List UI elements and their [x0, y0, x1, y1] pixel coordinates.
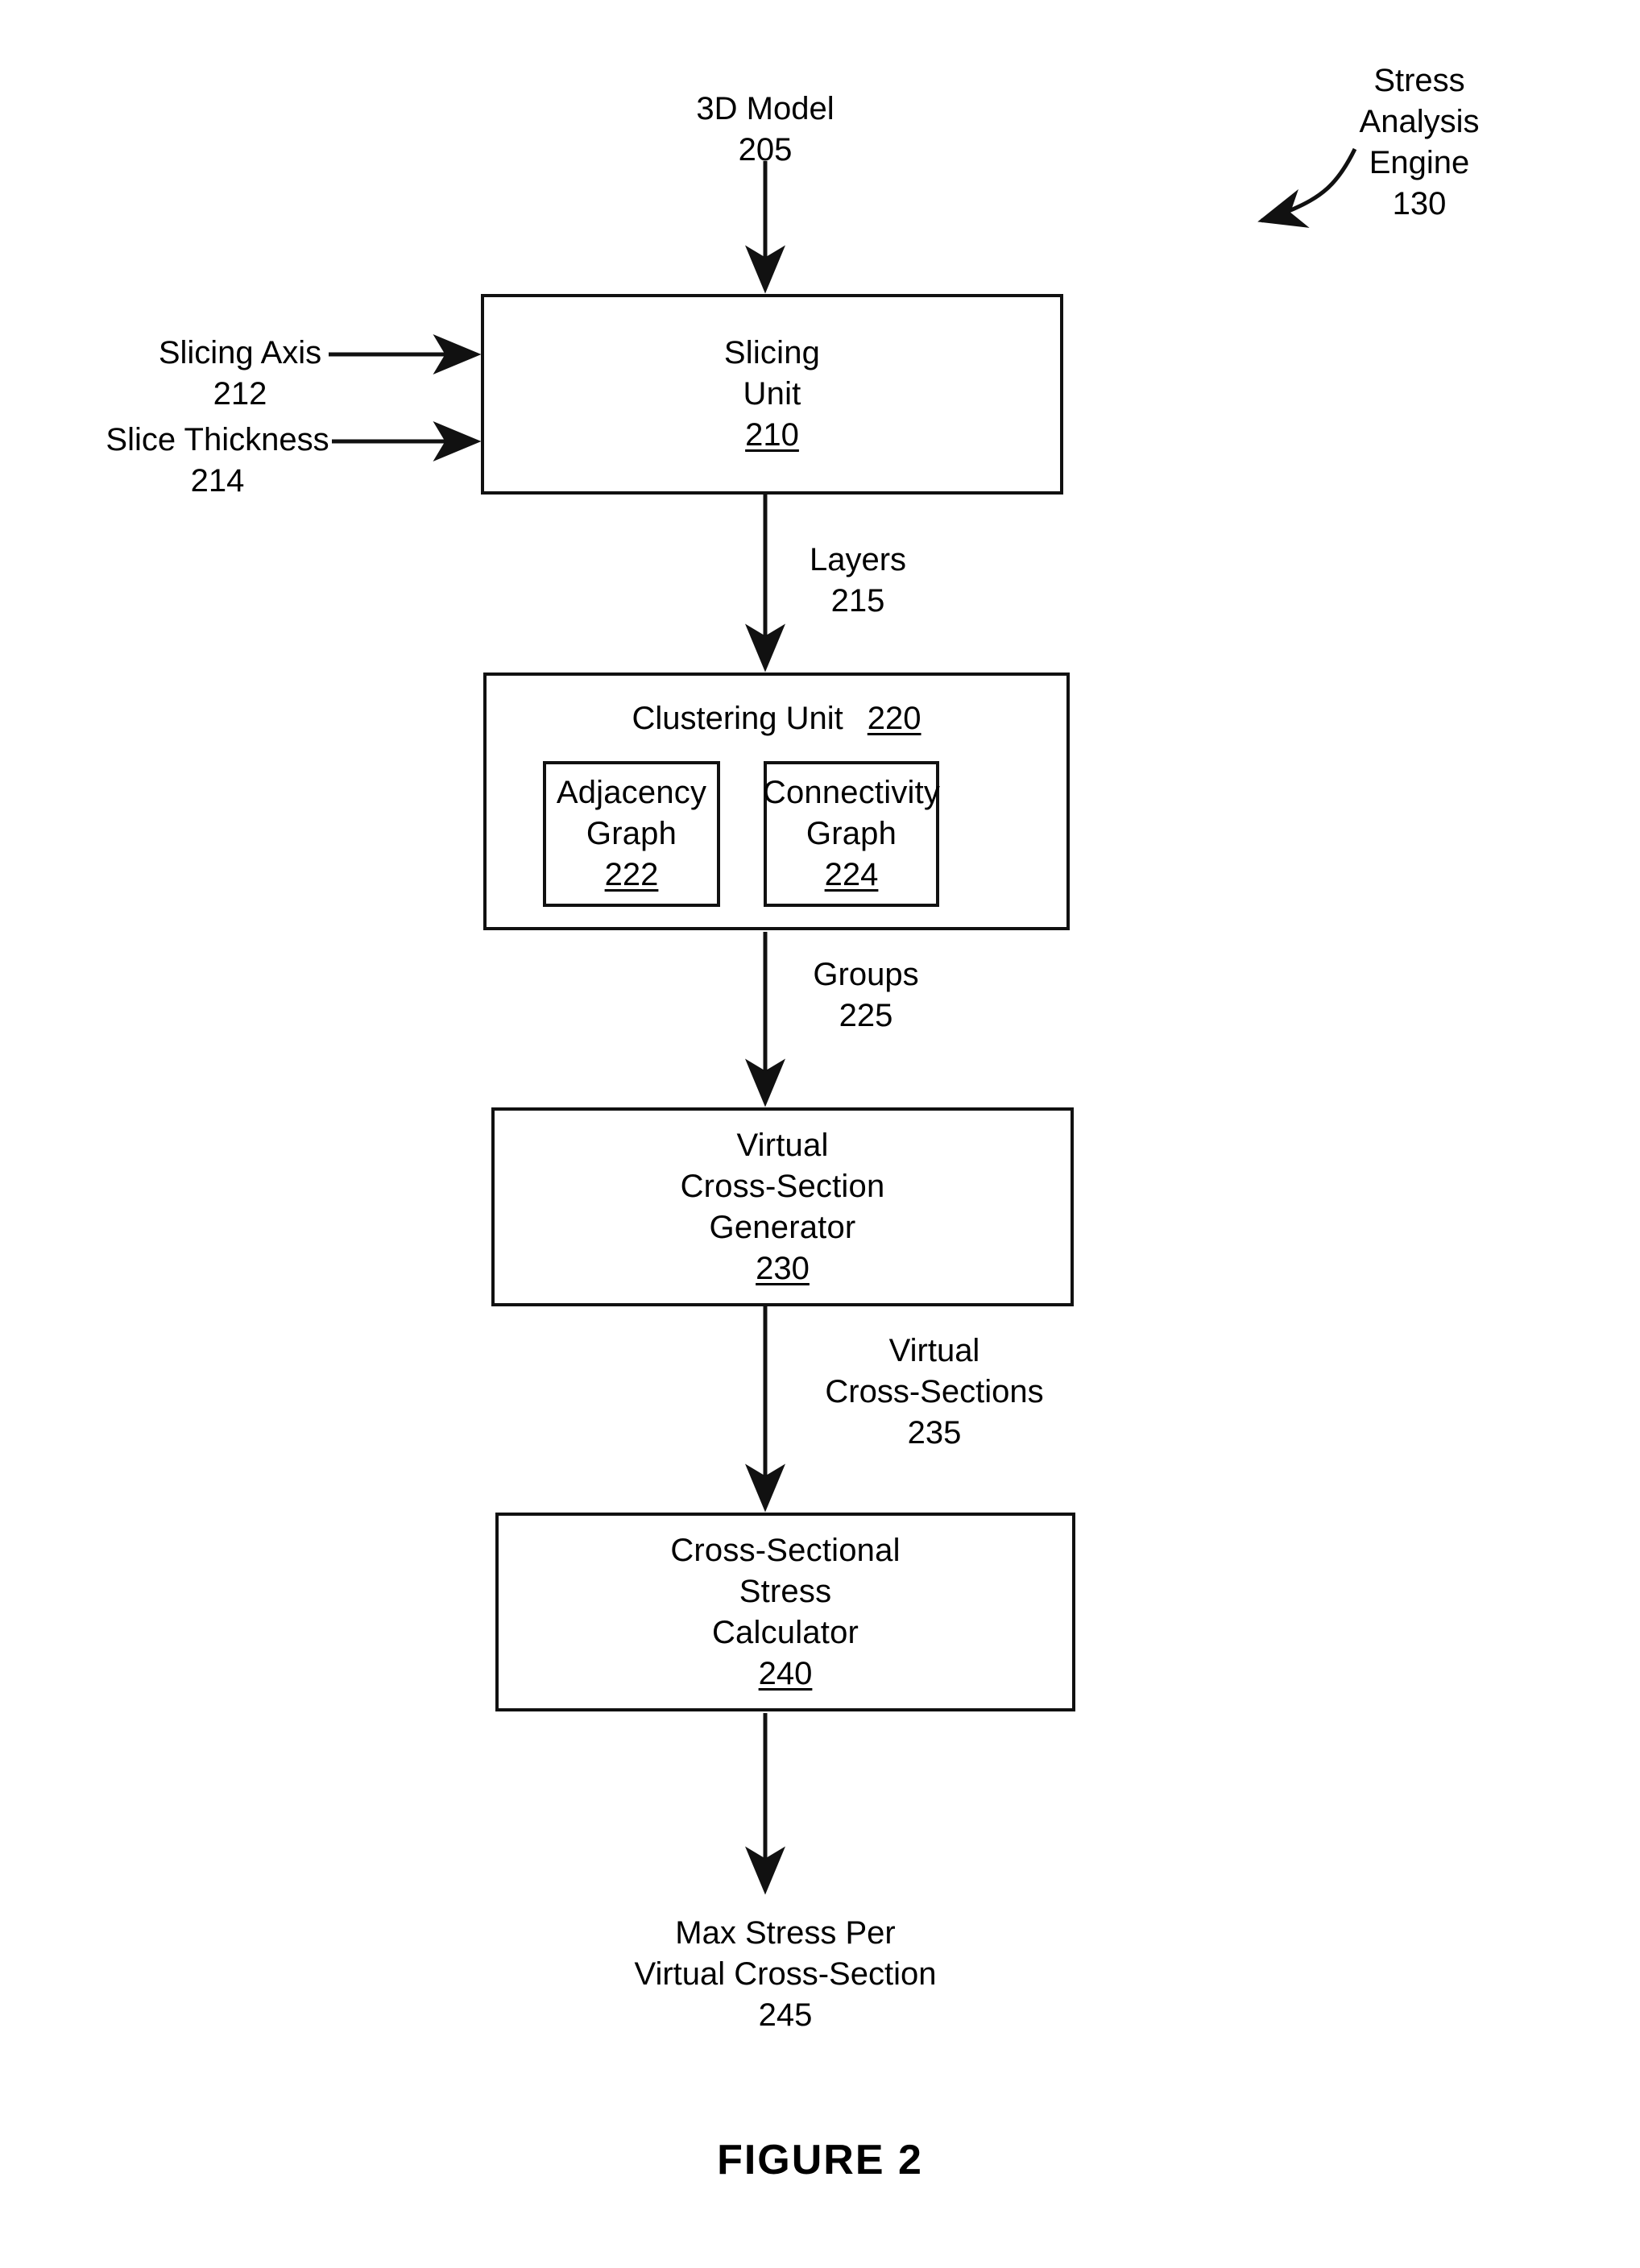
- groups-ref-number: 225: [839, 998, 893, 1033]
- calculator-ref-number: 240: [758, 1655, 813, 1691]
- stress-analysis-engine-annotation: Stress Analysis Engine 130: [1360, 60, 1480, 225]
- block-clustering-unit[interactable]: Clustering Unit 220 Adjacency Graph 222 …: [483, 673, 1070, 930]
- engine-label-line2: Analysis: [1359, 104, 1480, 139]
- model-label: 3D Model: [696, 91, 834, 126]
- block-virtual-cross-section-generator[interactable]: Virtual Cross-Section Generator 230: [491, 1107, 1074, 1306]
- block-connectivity-graph[interactable]: Connectivity Graph 224: [762, 761, 941, 907]
- vcs-label-line2: Cross-Sections: [825, 1374, 1044, 1409]
- calculator-line3: Calculator: [711, 1614, 859, 1650]
- clustering-unit-title: Clustering Unit: [632, 701, 843, 736]
- adjacency-graph-line2: Graph: [586, 816, 677, 851]
- generator-ref-number: 230: [756, 1250, 810, 1286]
- slicing-unit-ref-number: 210: [745, 417, 799, 453]
- clustering-unit-heading: Clustering Unit 220: [487, 698, 1066, 739]
- adjacency-graph-line1: Adjacency: [556, 775, 707, 810]
- figure-page: Stress Analysis Engine 130 3D Model 205 …: [0, 0, 1640, 2268]
- block-adjacency-graph[interactable]: Adjacency Graph 222: [543, 761, 720, 907]
- output-max-stress: Max Stress Per Virtual Cross-Section 245: [635, 1913, 937, 2036]
- slicing-axis-label: Slicing Axis: [158, 335, 322, 370]
- output-line2: Virtual Cross-Section: [634, 1956, 937, 1992]
- input-slicing-axis: Slicing Axis 212: [159, 333, 321, 415]
- generator-line1: Virtual: [736, 1127, 829, 1163]
- vcs-ref-number: 235: [907, 1415, 962, 1451]
- generator-line3: Generator: [709, 1209, 856, 1245]
- figure-caption: FIGURE 2: [717, 2137, 923, 2183]
- output-line1: Max Stress Per: [675, 1915, 896, 1951]
- connectivity-graph-line2: Graph: [806, 816, 897, 851]
- layers-label: Layers: [809, 542, 907, 577]
- vcs-label-line1: Virtual: [888, 1333, 980, 1368]
- flow-label-layers: Layers 215: [810, 540, 906, 622]
- input-3d-model: 3D Model 205: [696, 89, 834, 171]
- flow-label-groups: Groups 225: [813, 954, 918, 1037]
- slicing-unit-line1: Slicing: [723, 335, 821, 370]
- block-slicing-unit[interactable]: Slicing Unit 210: [481, 294, 1063, 495]
- engine-label-line1: Stress: [1373, 63, 1465, 98]
- slice-thickness-ref-number: 214: [190, 463, 245, 499]
- adjacency-graph-ref-number: 222: [604, 857, 659, 892]
- input-slice-thickness: Slice Thickness 214: [106, 420, 329, 502]
- curved-arrow-icon: [1257, 147, 1357, 228]
- clustering-unit-ref-number: 220: [867, 701, 921, 736]
- generator-line2: Cross-Section: [680, 1168, 885, 1204]
- slicing-unit-line2: Unit: [743, 376, 801, 412]
- connectivity-graph-line1: Connectivity: [762, 775, 941, 810]
- block-cross-sectional-stress-calculator[interactable]: Cross-Sectional Stress Calculator 240: [495, 1513, 1075, 1711]
- layers-ref-number: 215: [830, 583, 885, 619]
- model-ref-number: 205: [738, 132, 793, 168]
- engine-label-line3: Engine: [1369, 145, 1470, 180]
- flow-label-virtual-cross-sections: Virtual Cross-Sections 235: [825, 1331, 1043, 1454]
- calculator-line1: Cross-Sectional: [670, 1532, 901, 1568]
- engine-ref-number: 130: [1392, 186, 1447, 221]
- slicing-axis-ref-number: 212: [213, 376, 267, 412]
- connectivity-graph-ref-number: 224: [824, 857, 879, 892]
- slice-thickness-label: Slice Thickness: [106, 422, 329, 457]
- output-ref-number: 245: [758, 1997, 813, 2033]
- groups-label: Groups: [813, 957, 919, 992]
- calculator-line2: Stress: [739, 1573, 832, 1609]
